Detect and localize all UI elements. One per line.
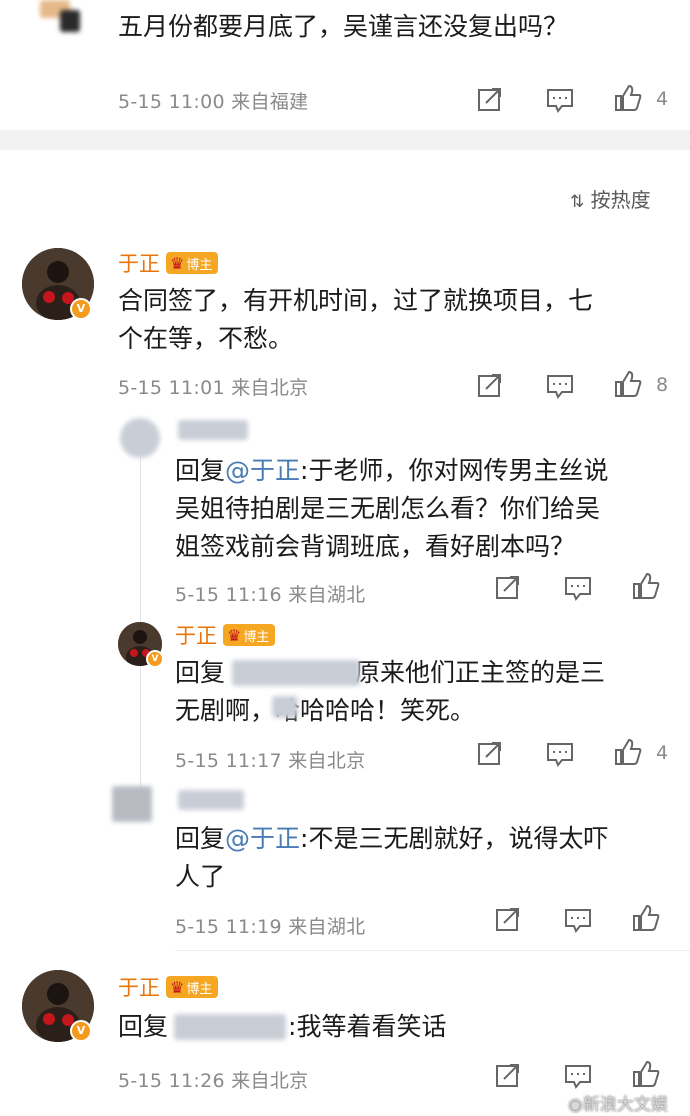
blurred-avatar-part (60, 10, 80, 32)
user-name[interactable]: 于正 (118, 248, 160, 278)
user-name[interactable]: 于正 (118, 972, 160, 1002)
weibo-logo-icon: ◉ (568, 1095, 583, 1115)
sort-icon: ⇅ (570, 192, 585, 212)
blurred-username (178, 420, 248, 440)
like-icon[interactable] (632, 904, 660, 932)
comment-icon[interactable] (546, 372, 574, 400)
reply-meta: 5-15 11:17 来自北京 (175, 750, 366, 772)
comment-icon[interactable] (564, 906, 592, 934)
like-count: 4 (656, 88, 669, 110)
reply-text-line3: 姐签戏前会背调班底，看好剧本吗？ (175, 532, 576, 561)
share-icon[interactable] (494, 1061, 522, 1089)
reply-text-line1: 回复@于正:于老师，你对网传男主丝说 (175, 456, 609, 485)
user-name[interactable]: 于正 (175, 620, 217, 650)
watermark: ◉新浪大文娱 (568, 1095, 668, 1115)
like-icon[interactable] (614, 738, 642, 766)
blogger-badge: ♛ 博主 (166, 252, 219, 274)
verified-badge-icon: V (146, 650, 164, 668)
reply-meta: 5-15 11:16 来自湖北 (175, 584, 366, 606)
reply-text-line2: 吴姐待拍剧是三无剧怎么看？你们给吴 (175, 494, 601, 523)
section-divider (0, 130, 690, 150)
share-icon[interactable] (476, 739, 504, 767)
like-icon[interactable] (632, 572, 660, 600)
verified-badge-icon: V (70, 1020, 92, 1042)
blurred-avatar (120, 418, 160, 458)
mention-link[interactable]: @于正 (225, 456, 300, 485)
blurred-username (178, 790, 244, 810)
mention-link[interactable]: @于正 (225, 824, 300, 853)
comment-text: 五月份都要月底了，吴谨言还没复出吗？ (118, 12, 569, 41)
sort-label: 按热度 (590, 188, 651, 212)
comment-icon[interactable] (564, 574, 592, 602)
blogger-badge: ♛ 博主 (223, 624, 276, 646)
thread-line (140, 420, 141, 820)
sort-button[interactable]: ⇅ 按热度 (570, 184, 651, 213)
blurred-mention (232, 660, 360, 686)
share-icon[interactable] (494, 573, 522, 601)
comment-meta: 5-15 11:01 来自北京 (118, 377, 309, 399)
verified-badge-icon: V (70, 298, 92, 320)
blurred-avatar (112, 786, 152, 822)
comment-meta: 5-15 11:26 来自北京 (118, 1070, 309, 1092)
comment-text-line1: 合同签了，有开机时间，过了就换项目，七 (118, 286, 594, 315)
comment-icon[interactable] (546, 740, 574, 768)
crown-icon: ♛ (170, 977, 185, 997)
comment-meta: 5-15 11:00 来自福建 (118, 91, 309, 113)
divider (175, 950, 690, 951)
blurred-text (272, 696, 298, 718)
share-icon[interactable] (476, 371, 504, 399)
like-icon[interactable] (614, 84, 642, 112)
comment-text-line2: 个在等，不愁。 (118, 324, 294, 353)
share-icon[interactable] (476, 85, 504, 113)
reply-text-line2: 人了 (175, 862, 226, 891)
share-icon[interactable] (494, 905, 522, 933)
like-icon[interactable] (614, 370, 642, 398)
blurred-mention (174, 1014, 286, 1040)
like-icon[interactable] (632, 1060, 660, 1088)
reply-meta: 5-15 11:19 来自湖北 (175, 916, 366, 938)
comment-icon[interactable] (546, 86, 574, 114)
like-count: 8 (656, 374, 669, 396)
comment-icon[interactable] (564, 1062, 592, 1090)
like-count: 4 (656, 742, 669, 764)
crown-icon: ♛ (227, 625, 242, 645)
crown-icon: ♛ (170, 253, 185, 273)
blogger-badge: ♛ 博主 (166, 976, 219, 998)
reply-text-line2: 无剧啊，哈哈哈哈！笑死。 (175, 696, 476, 725)
reply-text-line1: 回复@于正:不是三无剧就好，说得太吓 (175, 824, 609, 853)
